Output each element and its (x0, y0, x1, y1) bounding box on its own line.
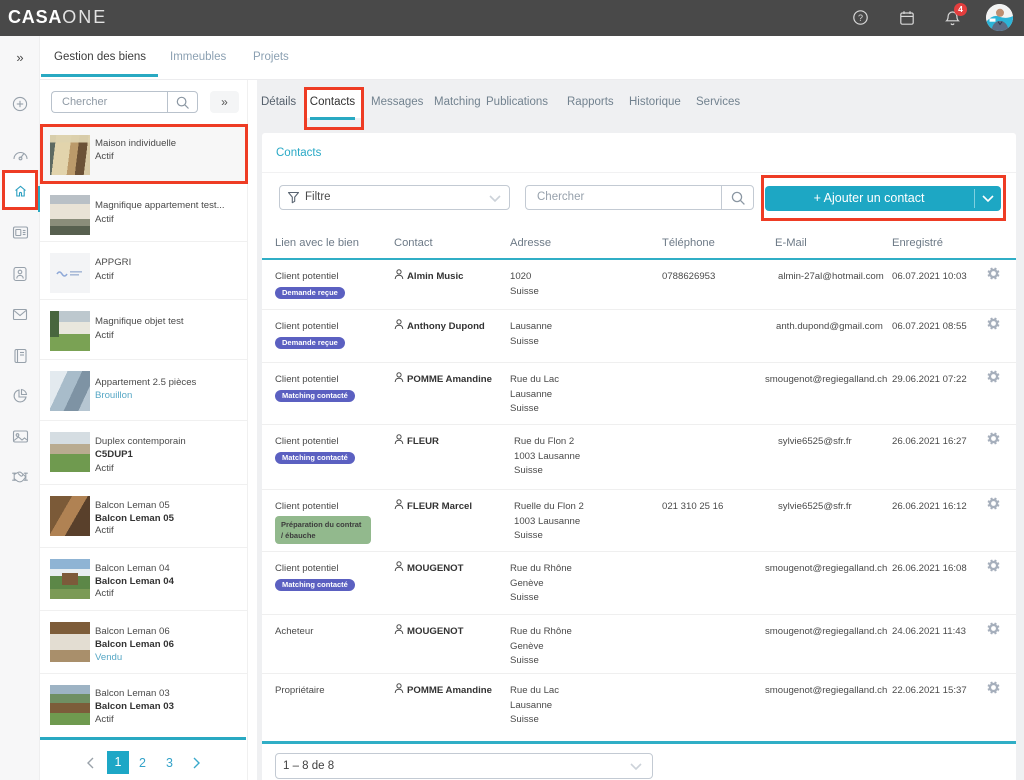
svg-text:?: ? (858, 13, 863, 23)
